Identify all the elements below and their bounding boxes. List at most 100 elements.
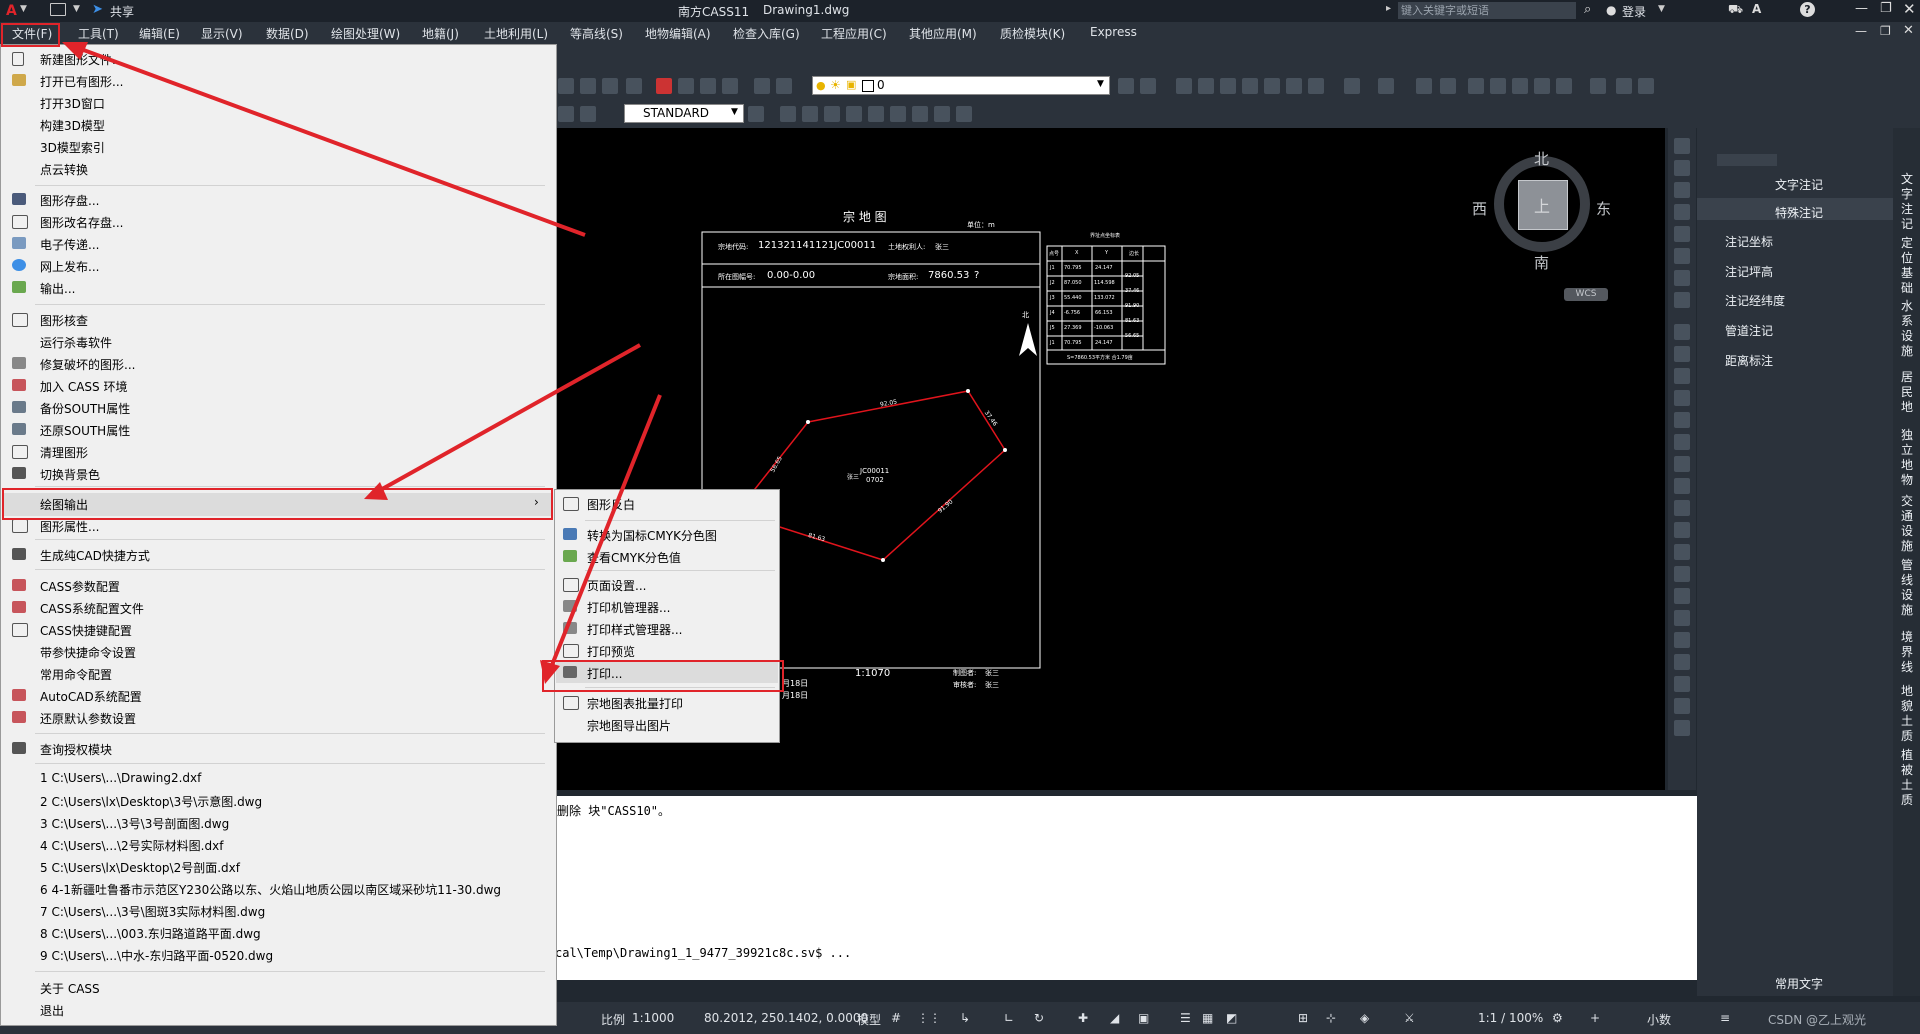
submenu-cmyk-convert[interactable]: 转换为国标CMYK分色图	[587, 527, 717, 544]
find-text-icon[interactable]	[846, 106, 862, 122]
recent-file-9[interactable]: 9 C:\Users\...\中水-东归路平面-0520.dwg	[40, 947, 273, 964]
vtool-icon-17[interactable]	[1674, 500, 1690, 516]
text-tool-2-icon[interactable]	[580, 106, 596, 122]
selection-icon[interactable]: ▣	[1138, 1011, 1149, 1025]
infer-icon[interactable]: ↳	[960, 1011, 970, 1025]
file-menu-export[interactable]: 输出...	[40, 280, 75, 297]
vtool-icon-26[interactable]	[1674, 698, 1690, 714]
file-menu-save[interactable]: 图形存盘...	[40, 192, 99, 209]
search-input[interactable]: 键入关键字或短语	[1398, 2, 1576, 19]
table-icon[interactable]	[956, 106, 972, 122]
vtool-icon-13[interactable]	[1674, 412, 1690, 428]
recent-file-7[interactable]: 7 C:\Users\...\3号\图斑3实际材料图.dwg	[40, 903, 265, 920]
rtab-vegetation[interactable]: 植被土质	[1898, 748, 1916, 808]
file-menu-antivirus[interactable]: 运行杀毒软件	[40, 334, 112, 351]
vtool-icon-6[interactable]	[1674, 248, 1690, 264]
zoom-all-icon[interactable]	[1286, 78, 1302, 94]
text-justify-icon[interactable]	[912, 106, 928, 122]
text-scale-icon[interactable]	[890, 106, 906, 122]
help-tool-icon[interactable]	[626, 78, 642, 94]
doc-minimize-icon[interactable]: —	[1855, 24, 1867, 38]
vtool-icon-27[interactable]	[1674, 720, 1690, 736]
draw-tool-1-icon[interactable]	[1468, 78, 1484, 94]
wcs-button[interactable]: WCS	[1564, 288, 1608, 301]
status-units[interactable]: 小数	[1647, 1011, 1671, 1028]
properties-icon[interactable]	[1416, 78, 1432, 94]
ortho-icon[interactable]: ∟	[1004, 1011, 1014, 1025]
panel-item-latlon[interactable]: 注记经纬度	[1725, 292, 1785, 309]
vtool-icon-25[interactable]	[1674, 676, 1690, 692]
rtab-feature[interactable]: 独立地物	[1898, 428, 1916, 488]
vtool-icon-1[interactable]	[1674, 138, 1690, 154]
file-menu-license[interactable]: 查询授权模块	[40, 741, 112, 758]
trim-icon[interactable]	[1512, 78, 1528, 94]
panel-bottom-label[interactable]: 常用文字	[1775, 975, 1823, 992]
3d-icon[interactable]	[656, 78, 672, 94]
recent-file-8[interactable]: 8 C:\Users\...\003.东归路道路平面.dwg	[40, 925, 261, 942]
panel-tab-text-annotation[interactable]: 文字注记	[1775, 176, 1823, 193]
layer-state-icon[interactable]	[776, 78, 792, 94]
rtab-positioning[interactable]: 定位基础	[1898, 236, 1916, 296]
vtool-icon-12[interactable]	[1674, 390, 1690, 406]
layer-tool-icon[interactable]	[558, 78, 574, 94]
search-expand-icon[interactable]: ▸	[1386, 3, 1391, 14]
submenu-plotter-manager[interactable]: 打印机管理器...	[587, 599, 670, 616]
copy-tool-icon[interactable]	[1556, 78, 1572, 94]
vtool-icon-19[interactable]	[1674, 544, 1690, 560]
file-menu-hotkey-config[interactable]: CASS快捷键配置	[40, 622, 132, 639]
share-icon[interactable]: ➤	[92, 2, 103, 17]
layer-dropdown[interactable]: ● ☀ ▣ 0 ▼	[812, 76, 1110, 95]
vtool-icon-5[interactable]	[1674, 226, 1690, 242]
rtab-traffic[interactable]: 交通设施	[1898, 494, 1916, 554]
file-menu-backup-south[interactable]: 备份SOUTH属性	[40, 400, 130, 417]
status-zoom[interactable]: 1:1 / 100%	[1478, 1011, 1543, 1025]
file-menu-point-cloud[interactable]: 点云转换	[40, 161, 88, 178]
plus-icon[interactable]: +	[1590, 1011, 1600, 1025]
submenu-page-setup[interactable]: 页面设置...	[587, 577, 646, 594]
recent-file-6[interactable]: 6 4-1新疆吐鲁番市示范区Y230公路以东、火焰山地质公园以南区域采砂坑11-…	[40, 881, 501, 898]
user-icon[interactable]: ●	[1606, 3, 1616, 17]
vtool-icon-16[interactable]	[1674, 478, 1690, 494]
cycle-icon[interactable]: ◩	[1226, 1011, 1237, 1025]
rtab-residential[interactable]: 居民地	[1898, 370, 1916, 415]
workspace-icon[interactable]: ◈	[1360, 1011, 1369, 1025]
file-menu-recover[interactable]: 修复破坏的图形...	[40, 356, 135, 373]
redo-icon[interactable]	[1378, 78, 1394, 94]
open-folder-icon[interactable]	[50, 3, 66, 16]
vtool-icon-10[interactable]	[1674, 346, 1690, 362]
recent-file-2[interactable]: 2 C:\Users\lx\Desktop\3号\示意图.dwg	[40, 793, 262, 810]
file-menu-purge[interactable]: 清理图形	[40, 444, 88, 461]
viewcube-east[interactable]: 东	[1596, 198, 1611, 219]
menu-land-use[interactable]: 土地利用(L)	[484, 25, 548, 42]
file-menu-publish[interactable]: 网上发布...	[40, 258, 99, 275]
file-menu-save-as[interactable]: 图形改名存盘...	[40, 214, 123, 231]
pan-tool-icon[interactable]	[1176, 78, 1192, 94]
file-menu-build-3d[interactable]: 构建3D模型	[40, 117, 105, 134]
zoom-window-icon[interactable]	[1242, 78, 1258, 94]
submenu-invert[interactable]: 图形反白	[587, 496, 635, 513]
cut-icon[interactable]	[1534, 78, 1550, 94]
panel-item-elevation[interactable]: 注记坪高	[1725, 263, 1773, 280]
vtool-icon-11[interactable]	[1674, 368, 1690, 384]
status-scale-value[interactable]: 1:1000	[632, 1011, 674, 1025]
annotation-scale-icon[interactable]: ⚔	[1404, 1011, 1415, 1025]
units-icon[interactable]: ⊹	[1326, 1011, 1336, 1025]
help-tool-2-icon[interactable]	[1590, 78, 1606, 94]
grid-icon[interactable]: #	[891, 1011, 901, 1025]
match-layer-icon[interactable]	[1118, 78, 1134, 94]
recent-file-3[interactable]: 3 C:\Users\...\3号\3号剖面图.dwg	[40, 815, 229, 832]
snap-icon[interactable]: ⋮⋮	[917, 1011, 941, 1025]
status-model-tab[interactable]: 模型	[857, 1011, 881, 1028]
menu-check[interactable]: 检查入库(G)	[733, 25, 800, 42]
vtool-icon-14[interactable]	[1674, 434, 1690, 450]
recent-file-5[interactable]: 5 C:\Users\lx\Desktop\2号剖面.dxf	[40, 859, 240, 876]
submenu-cmyk-view[interactable]: 查看CMYK分色值	[587, 549, 681, 566]
view-tool-3-icon[interactable]	[722, 78, 738, 94]
text-a-icon[interactable]	[780, 106, 796, 122]
menu-drawing[interactable]: 绘图处理(W)	[331, 25, 400, 42]
layer-manager-icon[interactable]	[754, 78, 770, 94]
rtab-landform[interactable]: 地貌土质	[1898, 684, 1916, 744]
file-menu-about[interactable]: 关于 CASS	[40, 980, 100, 997]
file-menu-audit[interactable]: 图形核查	[40, 312, 88, 329]
search-icon[interactable]: ⌕	[1584, 2, 1591, 17]
